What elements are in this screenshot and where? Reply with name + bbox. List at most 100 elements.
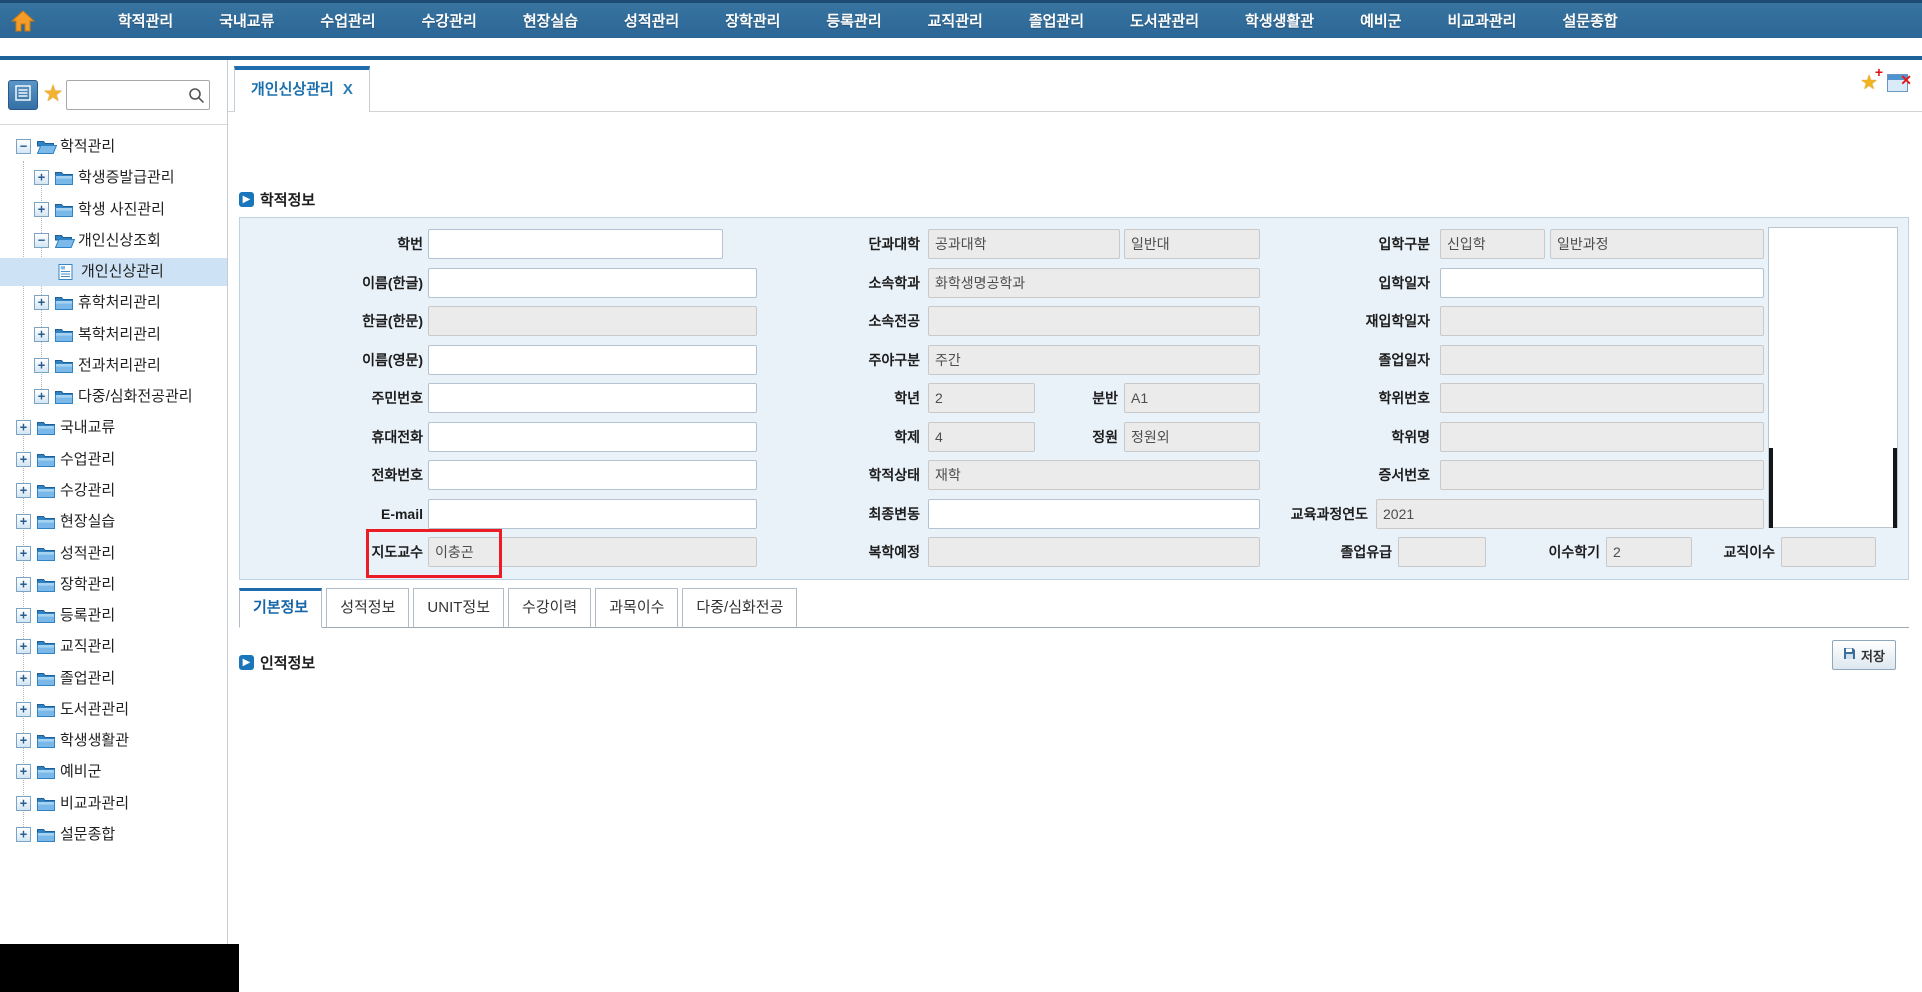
nav-item-1[interactable]: 국내교류	[219, 10, 274, 31]
expand-toggle-icon[interactable]: +	[16, 576, 31, 592]
detail-tab-0[interactable]: 기본정보	[239, 588, 323, 628]
expand-toggle-icon[interactable]: +	[34, 201, 49, 217]
expand-toggle-icon[interactable]: +	[34, 295, 49, 311]
tree-item-label: 수업관리	[60, 450, 116, 468]
expand-toggle-icon[interactable]: +	[34, 326, 49, 342]
tree-item-18[interactable]: + 도서관관리	[0, 696, 227, 724]
detail-tab-3[interactable]: 수강이력	[508, 588, 592, 628]
nav-item-6[interactable]: 장학관리	[725, 10, 780, 31]
tree-item-label: 학생생활관	[60, 732, 130, 750]
collapse-toggle-icon[interactable]: −	[34, 232, 49, 248]
field-input-degree-no	[1440, 383, 1764, 413]
nav-item-10[interactable]: 도서관관리	[1130, 10, 1199, 31]
expand-toggle-icon[interactable]: +	[16, 639, 31, 655]
field-label-degree-no: 학위번호	[1378, 390, 1430, 406]
tab-label: 개인신상관리	[251, 81, 334, 98]
field-input-phone[interactable]	[428, 460, 757, 490]
bottom-left-black-panel	[0, 944, 239, 992]
field-input-name-kor[interactable]	[428, 268, 757, 298]
detail-tab-5[interactable]: 다중/심화전공	[682, 588, 798, 628]
nav-item-3[interactable]: 수강관리	[422, 10, 477, 31]
expand-toggle-icon[interactable]: +	[16, 451, 31, 467]
field-input-last-change[interactable]	[928, 499, 1260, 529]
field-input-college-type: 일반대	[1124, 229, 1260, 259]
detail-tab-2[interactable]: UNIT정보	[413, 588, 505, 628]
expand-toggle-icon[interactable]: +	[34, 170, 49, 186]
expand-toggle-icon[interactable]: +	[16, 420, 31, 436]
add-favorite-star-icon[interactable]: ★ +	[1860, 64, 1883, 95]
student-photo-placeholder	[1768, 227, 1898, 528]
expand-toggle-icon[interactable]: +	[16, 733, 31, 749]
tree-item-9[interactable]: + 국내교류	[0, 414, 227, 442]
tree-item-label: 비교과관리	[60, 794, 130, 812]
field-input-student-no[interactable]	[428, 229, 723, 259]
tab-personal-info-mgmt[interactable]: 개인신상관리 X	[234, 66, 370, 112]
nav-item-4[interactable]: 현장실습	[523, 10, 578, 31]
tab-close-icon[interactable]: X	[343, 81, 353, 98]
nav-item-0[interactable]: 학적관리	[118, 10, 173, 31]
nav-item-5[interactable]: 성적관리	[624, 10, 679, 31]
nav-item-8[interactable]: 교직관리	[928, 10, 983, 31]
tree-item-6[interactable]: + 복학처리관리	[0, 321, 227, 349]
detail-tab-1[interactable]: 성적정보	[326, 588, 410, 628]
close-all-tabs-icon[interactable]: ✕	[1887, 73, 1912, 92]
folder-open-icon	[36, 139, 58, 155]
nav-item-14[interactable]: 설문종합	[1562, 10, 1617, 31]
field-input-school-system: 4	[928, 422, 1035, 452]
tree-item-16[interactable]: + 교직관리	[0, 633, 227, 661]
expand-toggle-icon[interactable]: +	[16, 514, 31, 530]
nav-item-7[interactable]: 등록관리	[826, 10, 881, 31]
tree-item-4[interactable]: 개인신상관리	[0, 258, 227, 287]
tree-item-22[interactable]: + 설문종합	[0, 821, 227, 849]
field-input-academic-status: 재학	[928, 460, 1260, 490]
nav-item-9[interactable]: 졸업관리	[1029, 10, 1084, 31]
tree-item-7[interactable]: + 전과처리관리	[0, 352, 227, 380]
expand-toggle-icon[interactable]: +	[16, 826, 31, 842]
field-input-name-eng[interactable]	[428, 345, 757, 375]
tree-item-8[interactable]: + 다중/심화전공관리	[0, 383, 227, 411]
nav-item-13[interactable]: 비교과관리	[1447, 10, 1516, 31]
tree-item-14[interactable]: + 장학관리	[0, 571, 227, 599]
tree-item-12[interactable]: + 현장실습	[0, 508, 227, 536]
tree-item-label: 예비군	[60, 763, 102, 781]
tree-item-17[interactable]: + 졸업관리	[0, 665, 227, 693]
expand-toggle-icon[interactable]: +	[16, 482, 31, 498]
tree-item-3[interactable]: − 개인신상조회	[0, 227, 227, 255]
sidebar: ★ − 학적관리 + 학생증발급관리 + 학생 사진관리 − 개인신상조회 개인신상관리 + 휴학처…	[0, 60, 228, 944]
tree-item-10[interactable]: + 수업관리	[0, 446, 227, 474]
tree-item-label: 학생 사진관리	[78, 200, 165, 218]
expand-toggle-icon[interactable]: +	[16, 670, 31, 686]
expand-toggle-icon[interactable]: +	[16, 545, 31, 561]
field-input-email[interactable]	[428, 499, 757, 529]
tree-item-0[interactable]: − 학적관리	[0, 133, 227, 161]
expand-toggle-icon[interactable]: +	[16, 608, 31, 624]
folder-icon	[55, 170, 75, 186]
field-input-mobile-phone[interactable]	[428, 422, 757, 452]
tree-item-5[interactable]: + 휴학처리관리	[0, 289, 227, 317]
folder-icon	[55, 358, 75, 374]
record-section-header: ▶ 학적정보	[239, 189, 315, 210]
collapse-toggle-icon[interactable]: −	[16, 139, 31, 154]
nav-item-12[interactable]: 예비군	[1360, 10, 1401, 31]
field-input-resident-no[interactable]	[428, 383, 757, 413]
tree-item-21[interactable]: + 비교과관리	[0, 790, 227, 818]
detail-tab-4[interactable]: 과목이수	[595, 588, 679, 628]
tree-item-19[interactable]: + 학생생활관	[0, 727, 227, 755]
expand-toggle-icon[interactable]: +	[16, 764, 31, 780]
tree-item-2[interactable]: + 학생 사진관리	[0, 196, 227, 224]
tree-item-20[interactable]: + 예비군	[0, 758, 227, 786]
field-input-admission-date[interactable]	[1440, 268, 1764, 298]
tree-item-11[interactable]: + 수강관리	[0, 477, 227, 505]
tree-item-13[interactable]: + 성적관리	[0, 540, 227, 568]
home-icon[interactable]	[0, 9, 46, 32]
tree-item-15[interactable]: + 등록관리	[0, 602, 227, 630]
save-button[interactable]: 저장	[1832, 640, 1896, 670]
tree-item-1[interactable]: + 학생증발급관리	[0, 164, 227, 192]
tree-item-label: 교직관리	[60, 638, 116, 656]
nav-item-2[interactable]: 수업관리	[320, 10, 375, 31]
expand-toggle-icon[interactable]: +	[16, 701, 31, 717]
nav-item-11[interactable]: 학생생활관	[1245, 10, 1314, 31]
expand-toggle-icon[interactable]: +	[34, 357, 49, 373]
expand-toggle-icon[interactable]: +	[16, 795, 31, 811]
expand-toggle-icon[interactable]: +	[34, 389, 49, 405]
